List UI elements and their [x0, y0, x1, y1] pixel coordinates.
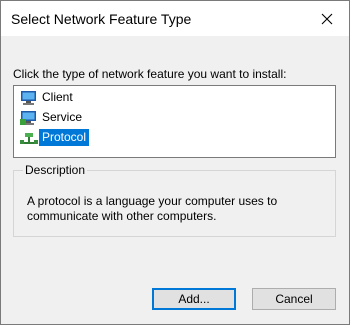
feature-type-list[interactable]: Client Service Protocol — [13, 85, 336, 158]
dialog-window: Select Network Feature Type Click the ty… — [0, 0, 350, 325]
list-item-client[interactable]: Client — [19, 89, 76, 106]
cancel-button[interactable]: Cancel — [252, 288, 336, 310]
description-text: A protocol is a language your computer u… — [27, 194, 278, 223]
list-item-protocol[interactable]: Protocol — [19, 129, 90, 146]
protocol-network-icon — [20, 132, 38, 144]
close-icon — [321, 13, 333, 24]
window-title: Select Network Feature Type — [11, 11, 192, 27]
service-computer-icon — [20, 110, 36, 125]
close-button[interactable] — [305, 1, 349, 36]
client-computer-icon — [21, 90, 36, 105]
list-item-label: Protocol — [39, 129, 90, 146]
list-item-label: Service — [42, 110, 83, 124]
instruction-label: Click the type of network feature you wa… — [13, 67, 287, 81]
description-group: Description A protocol is a language you… — [13, 163, 336, 237]
list-item-service[interactable]: Service — [19, 109, 85, 126]
add-button[interactable]: Add... — [152, 288, 236, 310]
title-bar[interactable]: Select Network Feature Type — [1, 1, 349, 36]
description-caption: Description — [23, 163, 88, 177]
list-item-label: Client — [42, 90, 73, 104]
